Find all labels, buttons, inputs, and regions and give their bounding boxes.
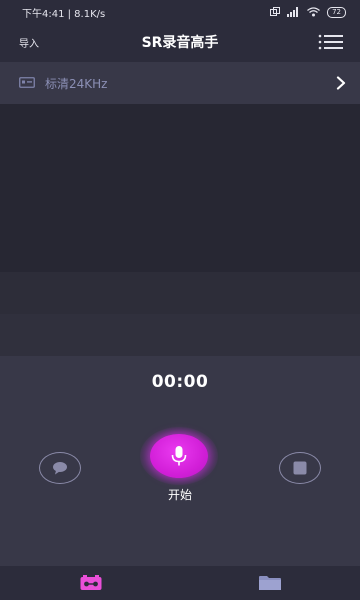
status-bar: 下午4:41 | 8.1K/s 72 bbox=[0, 0, 360, 24]
wifi-icon bbox=[307, 7, 320, 17]
stop-square-icon bbox=[293, 461, 307, 475]
speech-bubble-icon bbox=[53, 462, 67, 475]
stop-button[interactable] bbox=[279, 452, 321, 484]
record-button[interactable] bbox=[150, 434, 208, 478]
quality-label: 标清24KHz bbox=[45, 76, 108, 91]
app-title: SR录音高手 bbox=[141, 35, 219, 51]
device-icon bbox=[19, 77, 35, 88]
waveform-band-1 bbox=[0, 272, 360, 314]
microphone-icon bbox=[171, 446, 187, 466]
waveform-display bbox=[0, 104, 360, 356]
status-icons: 72 bbox=[270, 6, 346, 18]
cassette-icon bbox=[80, 575, 102, 590]
status-time: 下午4:41 | 8.1K/s bbox=[22, 8, 106, 20]
tab-files[interactable] bbox=[256, 572, 284, 594]
record-timer: 00:00 bbox=[151, 372, 209, 392]
bottom-nav bbox=[0, 566, 360, 600]
waveform-band-2 bbox=[0, 314, 360, 356]
folder-icon bbox=[259, 576, 281, 590]
chevron-right-icon bbox=[336, 76, 346, 90]
record-label: 开始 bbox=[167, 488, 192, 502]
recorder-controls: 00:00 开始 bbox=[0, 356, 360, 566]
menu-button[interactable] bbox=[318, 33, 344, 51]
quality-selector[interactable]: 标清24KHz bbox=[0, 62, 360, 104]
marker-button[interactable] bbox=[39, 452, 81, 484]
tab-recorder[interactable] bbox=[77, 572, 105, 594]
battery-indicator: 72 bbox=[327, 6, 346, 18]
app-header: 导入 SR录音高手 bbox=[0, 24, 360, 60]
menu-list-icon bbox=[318, 34, 343, 50]
signal-icon bbox=[287, 7, 299, 17]
screen-mirror-icon bbox=[270, 7, 281, 16]
